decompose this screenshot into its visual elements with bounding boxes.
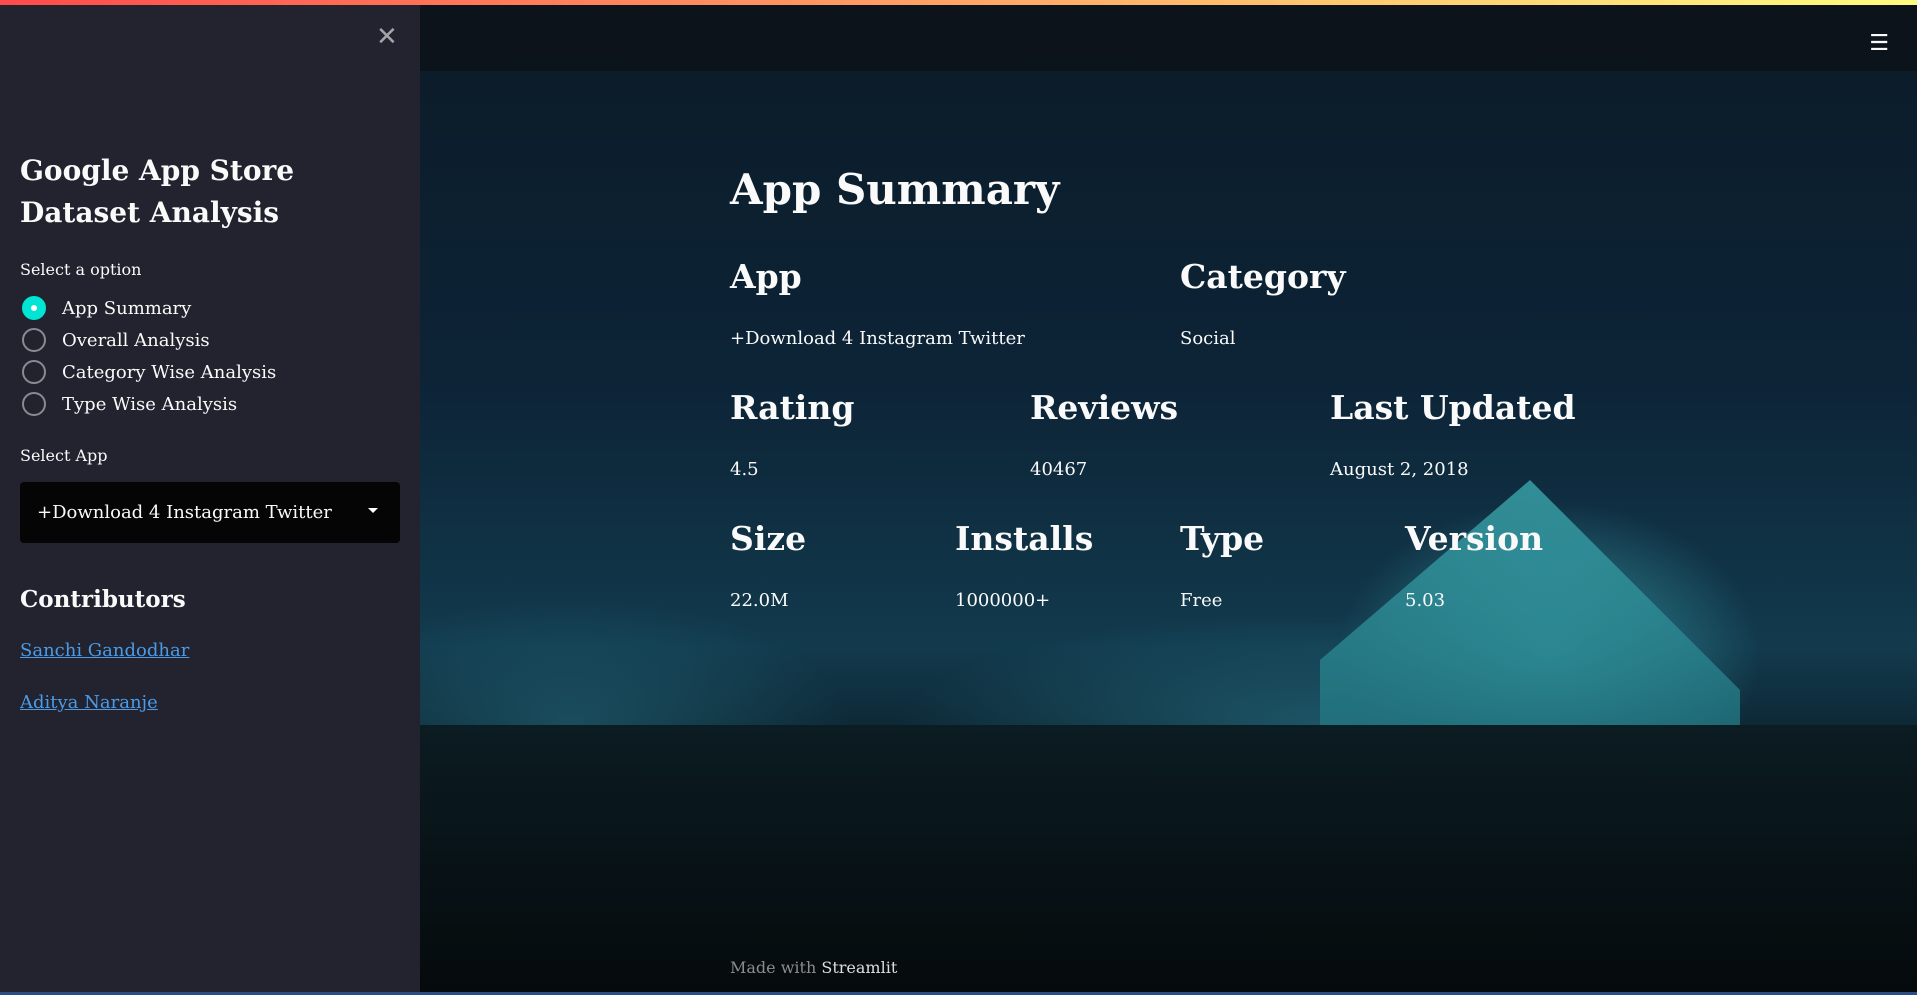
installs-heading: Installs [955, 519, 1094, 558]
radio-unchecked-icon [22, 360, 46, 384]
contributors-heading: Contributors [20, 586, 186, 613]
header-bar: ☰ [420, 5, 1917, 71]
radio-unchecked-icon [22, 392, 46, 416]
type-value: Free [1180, 590, 1223, 611]
selected-app-value: +Download 4 Instagram Twitter [37, 502, 332, 523]
size-value: 22.0M [730, 590, 789, 611]
background-forest [420, 725, 1917, 993]
reviews-heading: Reviews [1030, 388, 1179, 427]
reviews-value: 40467 [1030, 459, 1088, 480]
radio-checked-icon [22, 296, 46, 320]
page-title: App Summary [730, 165, 1060, 214]
footer: Made with Streamlit [730, 958, 897, 977]
app-heading: App [730, 257, 802, 296]
category-heading: Category [1180, 257, 1346, 296]
hamburger-menu-icon[interactable]: ☰ [1869, 31, 1889, 56]
footer-text: Made with [730, 958, 817, 977]
rating-value: 4.5 [730, 459, 759, 480]
caret-down-icon [368, 508, 378, 513]
radio-label: Category Wise Analysis [62, 361, 277, 383]
radio-type-wise-analysis[interactable]: Type Wise Analysis [22, 392, 237, 416]
version-heading: Version [1405, 519, 1544, 558]
main-content: ☰ App Summary App +Download 4 Instagram … [420, 5, 1917, 993]
last-updated-value: August 2, 2018 [1330, 459, 1469, 480]
contributor-link[interactable]: Aditya Naranje [20, 692, 158, 713]
select-app-dropdown[interactable]: +Download 4 Instagram Twitter [20, 482, 400, 543]
app-value: +Download 4 Instagram Twitter [730, 328, 1025, 349]
radio-unchecked-icon [22, 328, 46, 352]
radio-category-wise-analysis[interactable]: Category Wise Analysis [22, 360, 276, 384]
installs-value: 1000000+ [955, 590, 1051, 611]
option-label: Select a option [20, 260, 142, 279]
close-sidebar-icon[interactable]: ✕ [376, 22, 398, 52]
radio-label: Overall Analysis [62, 329, 210, 351]
sidebar: ✕ Google App Store Dataset Analysis Sele… [0, 0, 420, 995]
radio-overall-analysis[interactable]: Overall Analysis [22, 328, 210, 352]
category-value: Social [1180, 328, 1236, 349]
version-value: 5.03 [1405, 590, 1446, 611]
last-updated-heading: Last Updated [1330, 388, 1576, 427]
radio-label: Type Wise Analysis [62, 393, 238, 415]
select-app-label: Select App [20, 446, 108, 465]
radio-label: App Summary [62, 297, 192, 319]
streamlit-link[interactable]: Streamlit [821, 958, 897, 977]
sidebar-title: Google App Store Dataset Analysis [20, 154, 295, 229]
top-decoration-bar [0, 0, 1917, 5]
type-heading: Type [1180, 519, 1265, 558]
rating-heading: Rating [730, 388, 855, 427]
radio-app-summary[interactable]: App Summary [22, 296, 191, 320]
size-heading: Size [730, 519, 807, 558]
contributor-link[interactable]: Sanchi Gandodhar [20, 640, 189, 661]
